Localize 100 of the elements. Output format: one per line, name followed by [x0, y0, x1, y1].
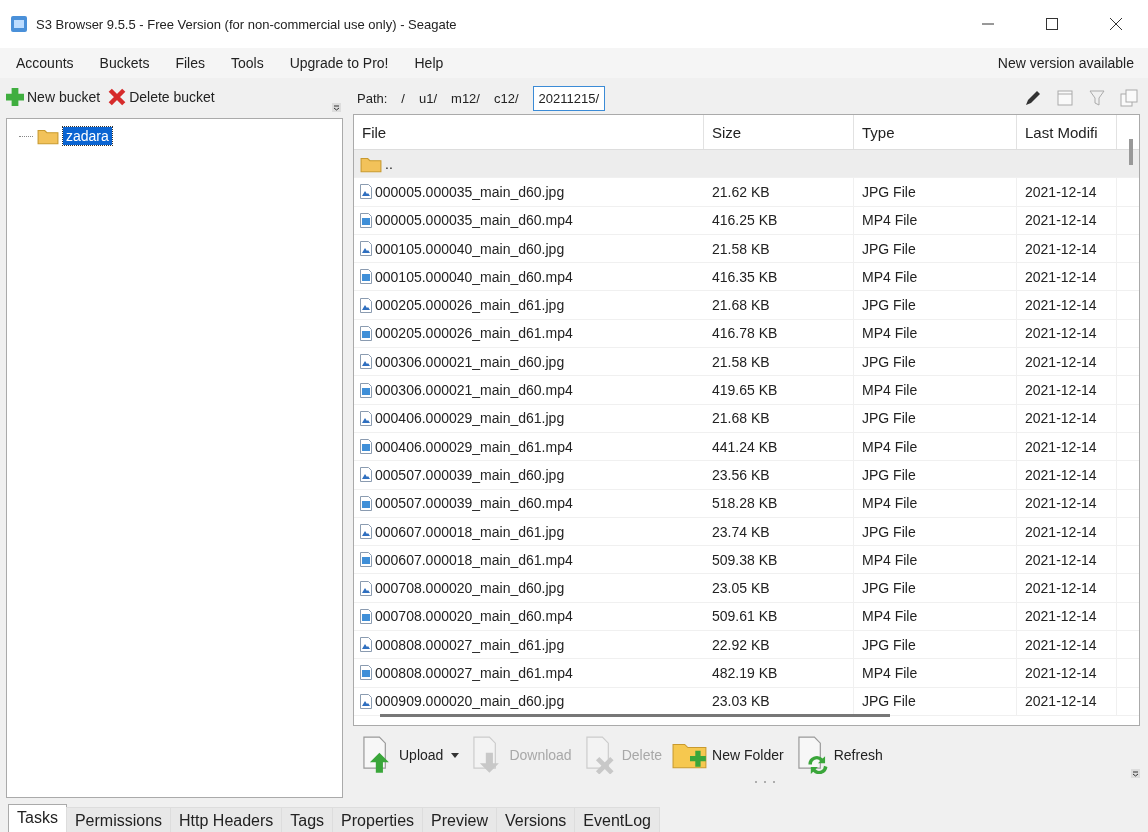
column-header[interactable]: Type: [854, 115, 1017, 149]
path-segment[interactable]: m12/: [451, 90, 480, 106]
file-name[interactable]: 000406.000029_main_d61.jpg: [375, 410, 565, 427]
close-icon[interactable]: [1110, 18, 1122, 30]
table-cell: 2021-12-14: [1017, 546, 1117, 574]
menu-item[interactable]: Upgrade to Pro!: [289, 55, 389, 71]
tree-item[interactable]: zadara: [63, 127, 112, 145]
table-cell: 416.25 KB: [704, 206, 854, 234]
overflow-icon[interactable]: [1131, 769, 1140, 778]
file-name[interactable]: 000005.000035_main_d60.jpg: [375, 183, 565, 200]
file-name[interactable]: 000005.000035_main_d60.mp4: [375, 212, 573, 229]
tab[interactable]: Http Headers: [170, 807, 283, 832]
image-file-icon: [360, 580, 372, 596]
table-cell: 509.38 KB: [704, 546, 854, 574]
tab[interactable]: Tags: [281, 807, 334, 832]
file-name[interactable]: 000607.000018_main_d61.jpg: [375, 523, 565, 540]
table-cell: JPG File: [854, 631, 1017, 659]
path-segment[interactable]: u1/: [419, 90, 438, 106]
overflow-icon[interactable]: [332, 103, 341, 112]
table-cell: MP4 File: [854, 432, 1017, 461]
vertical-scrollbar[interactable]: [1129, 139, 1133, 165]
parent-folder-entry[interactable]: ..: [385, 155, 393, 172]
table-cell: 2021-12-14: [1017, 631, 1117, 659]
tab[interactable]: EventLog: [574, 807, 660, 832]
toolbar-button[interactable]: New Folder: [672, 736, 784, 774]
table-cell: MP4 File: [854, 319, 1017, 348]
table-cell: 2021-12-14: [1017, 291, 1117, 319]
column-header[interactable]: Last Modifi: [1017, 115, 1117, 149]
table-cell: JPG File: [854, 234, 1017, 263]
file-name[interactable]: 000708.000020_main_d60.jpg: [375, 580, 565, 597]
filter-icon[interactable]: [1088, 89, 1106, 107]
file-name[interactable]: 000205.000026_main_d61.jpg: [375, 297, 565, 314]
video-file-icon: [360, 608, 372, 624]
horizontal-scrollbar[interactable]: [380, 714, 890, 717]
table-cell: MP4 File: [854, 263, 1017, 291]
maximize-icon[interactable]: [1046, 18, 1058, 30]
path-segment[interactable]: /: [401, 90, 405, 106]
file-name[interactable]: 000306.000021_main_d60.jpg: [375, 353, 565, 370]
file-name[interactable]: 000808.000027_main_d61.mp4: [375, 665, 573, 681]
menu-item[interactable]: Files: [175, 55, 205, 71]
update-link[interactable]: New version available: [997, 55, 1134, 71]
file-name[interactable]: 000909.000020_main_d60.jpg: [375, 693, 565, 710]
file-name[interactable]: 000507.000039_main_d60.mp4: [375, 495, 573, 512]
file-name[interactable]: 000507.000039_main_d60.jpg: [375, 466, 565, 483]
table-cell: JPG File: [854, 348, 1017, 376]
menu-item[interactable]: Tools: [230, 55, 264, 71]
file-name[interactable]: 000105.000040_main_d60.mp4: [375, 268, 573, 285]
image-file-icon: [360, 637, 372, 653]
image-file-icon: [360, 241, 372, 257]
table-cell: MP4 File: [854, 546, 1017, 574]
table-cell: 23.74 KB: [704, 517, 854, 546]
file-name[interactable]: 000406.000029_main_d61.mp4: [375, 438, 573, 455]
table-cell: 2021-12-14: [1017, 517, 1117, 546]
table-cell: 2021-12-14: [1017, 234, 1117, 263]
path-field[interactable]: 20211215/: [532, 85, 606, 111]
toolbar-button[interactable]: Upload: [359, 736, 460, 774]
image-file-icon: [360, 693, 372, 709]
column-header[interactable]: Size: [704, 115, 854, 149]
toolbar-button[interactable]: Refresh: [793, 736, 883, 774]
table-cell: 416.78 KB: [704, 319, 854, 348]
file-name[interactable]: 000808.000027_main_d61.jpg: [375, 636, 565, 653]
menu-item[interactable]: Help: [414, 55, 444, 71]
table-cell: JPG File: [854, 461, 1017, 489]
file-name[interactable]: 000105.000040_main_d60.jpg: [375, 240, 565, 257]
video-file-icon: [360, 665, 372, 681]
app-icon: [10, 15, 28, 33]
file-name[interactable]: 000607.000018_main_d61.mp4: [375, 551, 573, 568]
video-file-icon: [360, 495, 372, 511]
table-cell: MP4 File: [854, 659, 1017, 687]
tab[interactable]: Permissions: [65, 807, 172, 832]
table-cell: 2021-12-14: [1017, 432, 1117, 461]
toolbar-button[interactable]: Delete bucket: [108, 88, 215, 106]
file-name[interactable]: 000306.000021_main_d60.mp4: [375, 382, 573, 398]
toolbar-button[interactable]: New bucket: [6, 88, 101, 106]
menu-item[interactable]: Accounts: [16, 55, 74, 71]
table-cell: MP4 File: [854, 206, 1017, 234]
table-cell: 2021-12-14: [1017, 348, 1117, 376]
table-cell: 2021-12-14: [1017, 206, 1117, 234]
table-cell: 416.35 KB: [704, 263, 854, 291]
table-cell: 2021-12-14: [1017, 574, 1117, 602]
tab[interactable]: Properties: [332, 807, 424, 832]
table-cell: 2021-12-14: [1017, 263, 1117, 291]
table-cell: MP4 File: [854, 602, 1017, 631]
video-file-icon: [360, 382, 372, 398]
pencil-icon[interactable]: [1024, 89, 1042, 107]
plus-icon: [6, 88, 24, 106]
cross-icon: [108, 88, 127, 106]
file-name[interactable]: 000708.000020_main_d60.mp4: [375, 608, 573, 625]
menu-item[interactable]: Buckets: [99, 55, 150, 71]
tab[interactable]: Preview: [422, 807, 497, 832]
copy-icon[interactable]: [1120, 89, 1138, 107]
window-icon[interactable]: [1056, 89, 1074, 107]
tab[interactable]: Versions: [495, 807, 576, 832]
path-segment[interactable]: c12/: [493, 90, 519, 106]
tab[interactable]: Tasks: [8, 804, 67, 832]
video-file-icon: [360, 212, 372, 228]
table-cell: 21.58 KB: [704, 234, 854, 263]
file-name[interactable]: 000205.000026_main_d61.mp4: [375, 325, 573, 342]
window-title: S3 Browser 9.5.5 - Free Version (for non-commercial use only) - Seagate: [36, 16, 458, 32]
column-header[interactable]: File: [354, 115, 704, 149]
